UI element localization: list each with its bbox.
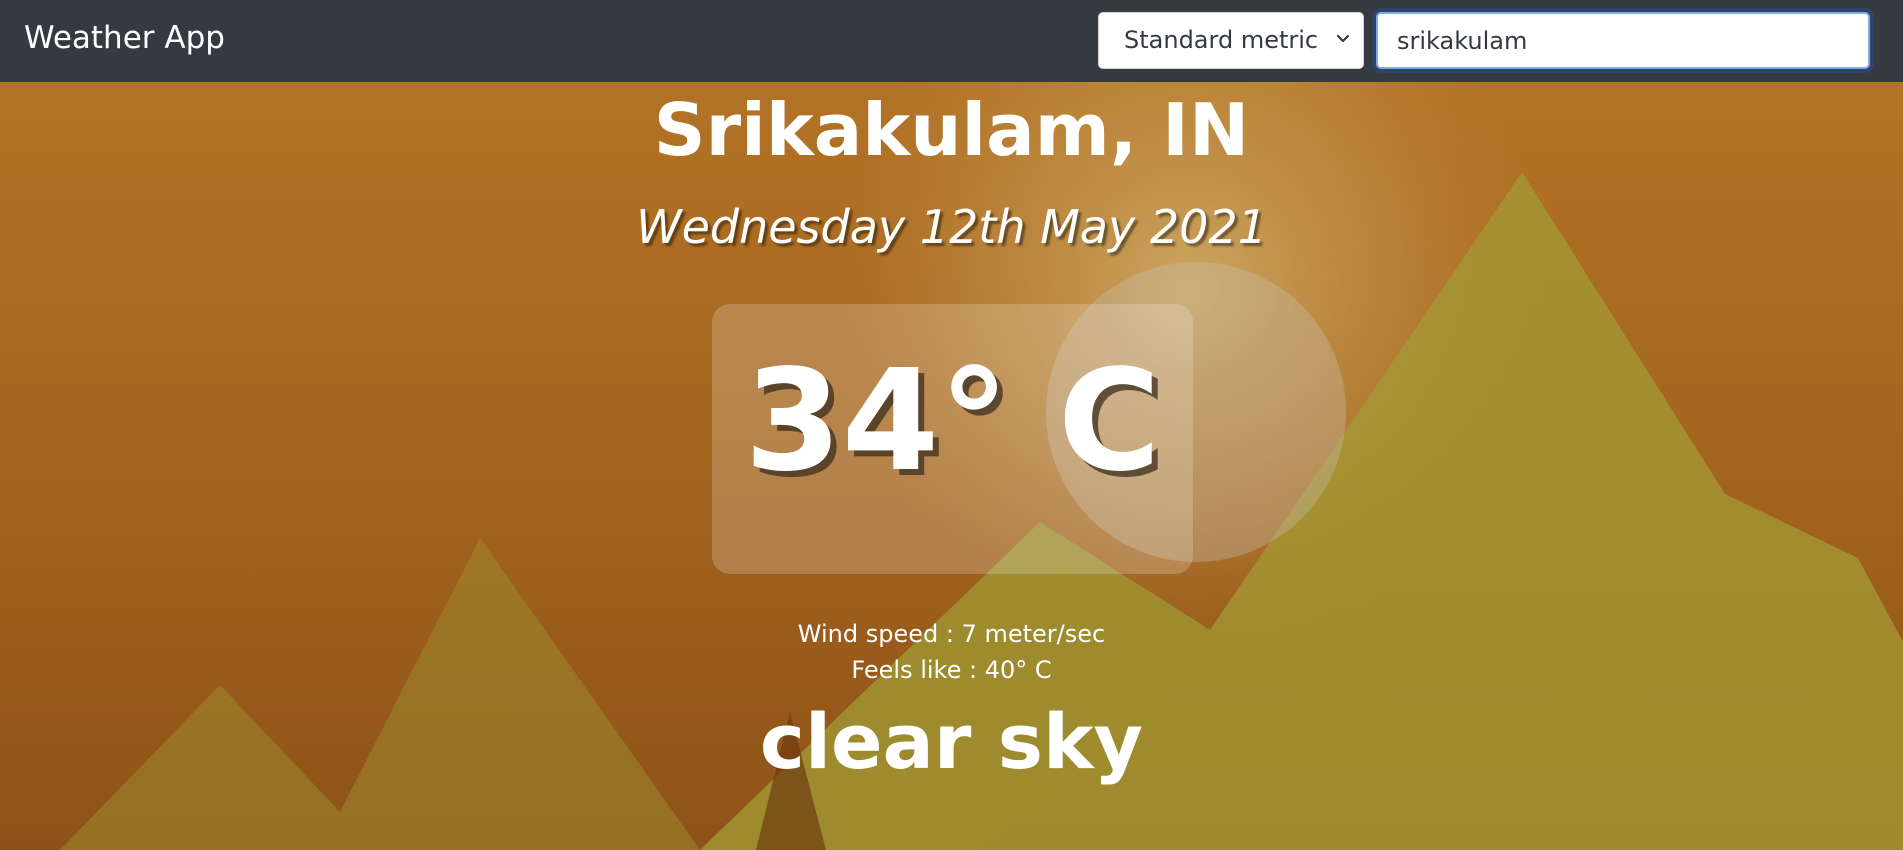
chevron-down-icon xyxy=(1336,34,1350,43)
temperature-value: 34° C xyxy=(744,340,1161,503)
current-date: Wednesday 12th May 2021 xyxy=(636,200,1267,254)
weather-scene: Srikakulam, IN Wednesday 12th May 2021 3… xyxy=(0,82,1903,850)
unit-select[interactable]: Standard metric xyxy=(1098,12,1364,69)
feels-like: Feels like : 40° C xyxy=(851,656,1052,684)
wind-speed: Wind speed : 7 meter/sec xyxy=(797,620,1106,648)
unit-select-value: Standard metric xyxy=(1124,26,1319,54)
temperature-card: 34° C xyxy=(712,304,1193,574)
app-brand[interactable]: Weather App xyxy=(24,20,225,56)
navbar: Weather App Standard metric xyxy=(0,0,1903,82)
weather-description: clear sky xyxy=(759,697,1144,786)
city-search-input[interactable] xyxy=(1376,12,1870,69)
city-name: Srikakulam, IN xyxy=(653,88,1250,172)
